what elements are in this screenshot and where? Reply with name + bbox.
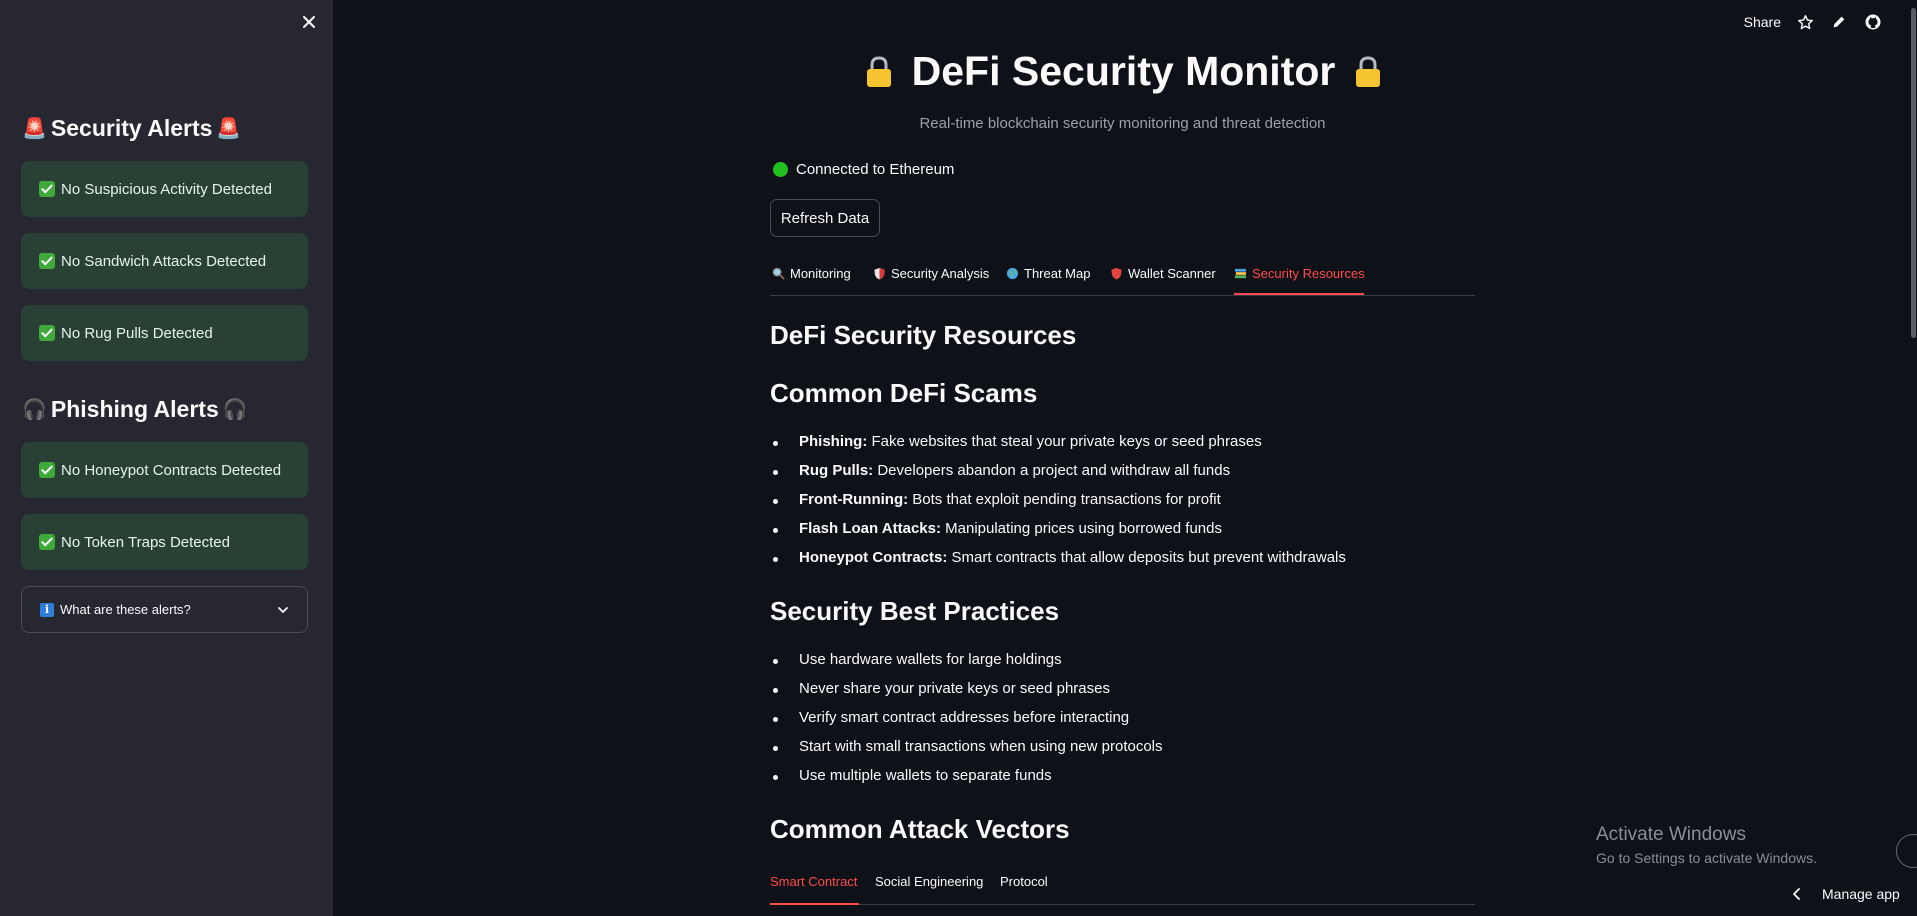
chevron-left-icon	[1793, 888, 1800, 900]
tab-security-analysis[interactable]: Security Analysis	[873, 266, 989, 281]
headphones-icon: 🎧	[22, 398, 47, 421]
books-icon	[1234, 268, 1247, 279]
list-item: Honeypot Contracts: Smart contracts that…	[770, 549, 1346, 578]
lock-icon	[1356, 55, 1381, 87]
siren-icon: 🚨	[22, 117, 47, 140]
check-icon	[39, 462, 55, 478]
list-item: Front-Running: Bots that exploit pending…	[770, 491, 1346, 520]
practices-heading: Security Best Practices	[770, 596, 1060, 626]
scrollbar[interactable]	[1909, 0, 1917, 340]
top-toolbar: Share	[1744, 0, 1883, 44]
page-title: DeFi Security Monitor	[911, 48, 1336, 94]
main-tabs: Monitoring Security Analysis Threat Map …	[770, 262, 1475, 296]
active-tab-indicator	[1234, 293, 1364, 295]
tab-monitoring[interactable]: Monitoring	[772, 266, 851, 281]
share-button[interactable]: Share	[1744, 14, 1781, 30]
list-item: Never share your private keys or seed ph…	[770, 680, 1163, 709]
list-item: Use multiple wallets to separate funds	[770, 767, 1163, 796]
resources-heading: DeFi Security Resources	[770, 320, 1077, 350]
floating-action-button[interactable]	[1896, 834, 1917, 868]
close-icon	[303, 16, 315, 28]
check-icon	[39, 534, 55, 550]
lock-icon	[866, 55, 891, 87]
windows-activation-watermark: Activate Windows Go to Settings to activ…	[1596, 824, 1817, 866]
star-button[interactable]	[1795, 12, 1815, 32]
connection-status: Connected to Ethereum	[773, 161, 954, 178]
active-subtab-indicator	[770, 903, 859, 905]
list-item: Use hardware wallets for large holdings	[770, 651, 1163, 680]
tab-social-engineering[interactable]: Social Engineering	[875, 874, 983, 889]
manage-app-button[interactable]: Manage app	[1792, 886, 1900, 902]
tab-wallet-scanner[interactable]: Wallet Scanner	[1110, 266, 1216, 281]
siren-icon: 🚨	[216, 117, 242, 140]
alert-suspicious-activity: No Suspicious Activity Detected	[21, 161, 308, 217]
sidebar: 🚨 Security Alerts 🚨 No Suspicious Activi…	[0, 0, 333, 916]
alert-honeypot-contracts: No Honeypot Contracts Detected	[21, 442, 308, 498]
title-row: DeFi Security Monitor	[846, 48, 1401, 95]
phishing-alerts-heading: 🎧 Phishing Alerts 🎧	[22, 396, 248, 422]
shield-icon	[874, 267, 885, 280]
list-item: Verify smart contract addresses before i…	[770, 709, 1163, 738]
refresh-data-button[interactable]: Refresh Data	[770, 199, 880, 237]
github-button[interactable]	[1863, 12, 1883, 32]
security-alerts-heading: 🚨 Security Alerts 🚨	[22, 115, 242, 141]
pencil-icon	[1833, 16, 1845, 28]
headphones-icon: 🎧	[222, 398, 248, 421]
tab-smart-contract[interactable]: Smart Contract	[770, 874, 857, 889]
alert-token-traps: No Token Traps Detected	[21, 514, 308, 570]
alerts-info-expander[interactable]: i What are these alerts?	[21, 586, 308, 633]
info-icon: i	[40, 602, 54, 617]
edit-button[interactable]	[1829, 12, 1849, 32]
attack-vector-tabs: Smart Contract Social Engineering Protoc…	[770, 870, 1475, 905]
close-sidebar-button[interactable]	[299, 12, 319, 32]
scams-heading: Common DeFi Scams	[770, 378, 1038, 408]
tab-threat-map[interactable]: Threat Map	[1006, 266, 1090, 281]
list-item: Rug Pulls: Developers abandon a project …	[770, 462, 1346, 491]
scams-list: Phishing: Fake websites that steal your …	[770, 433, 1346, 578]
list-item: Start with small transactions when using…	[770, 738, 1163, 767]
magnifier-icon	[772, 267, 785, 280]
green-circle-icon	[773, 162, 788, 177]
star-icon	[1797, 14, 1813, 29]
red-shield-icon	[1111, 267, 1122, 280]
page-subtitle: Real-time blockchain security monitoring…	[919, 115, 1326, 132]
check-icon	[39, 181, 55, 197]
list-item: Phishing: Fake websites that steal your …	[770, 433, 1346, 462]
check-icon	[39, 253, 55, 269]
globe-icon	[1006, 267, 1019, 280]
alert-rug-pulls: No Rug Pulls Detected	[21, 305, 308, 361]
chevron-down-icon	[278, 607, 288, 613]
scrollbar-thumb[interactable]	[1911, 8, 1916, 338]
practices-list: Use hardware wallets for large holdings …	[770, 651, 1163, 796]
github-icon	[1865, 14, 1881, 30]
alert-sandwich-attacks: No Sandwich Attacks Detected	[21, 233, 308, 289]
tab-security-resources[interactable]: Security Resources	[1234, 266, 1365, 281]
list-item: Flash Loan Attacks: Manipulating prices …	[770, 520, 1346, 549]
check-icon	[39, 325, 55, 341]
tab-protocol[interactable]: Protocol	[1000, 874, 1048, 889]
vectors-heading: Common Attack Vectors	[770, 814, 1070, 844]
